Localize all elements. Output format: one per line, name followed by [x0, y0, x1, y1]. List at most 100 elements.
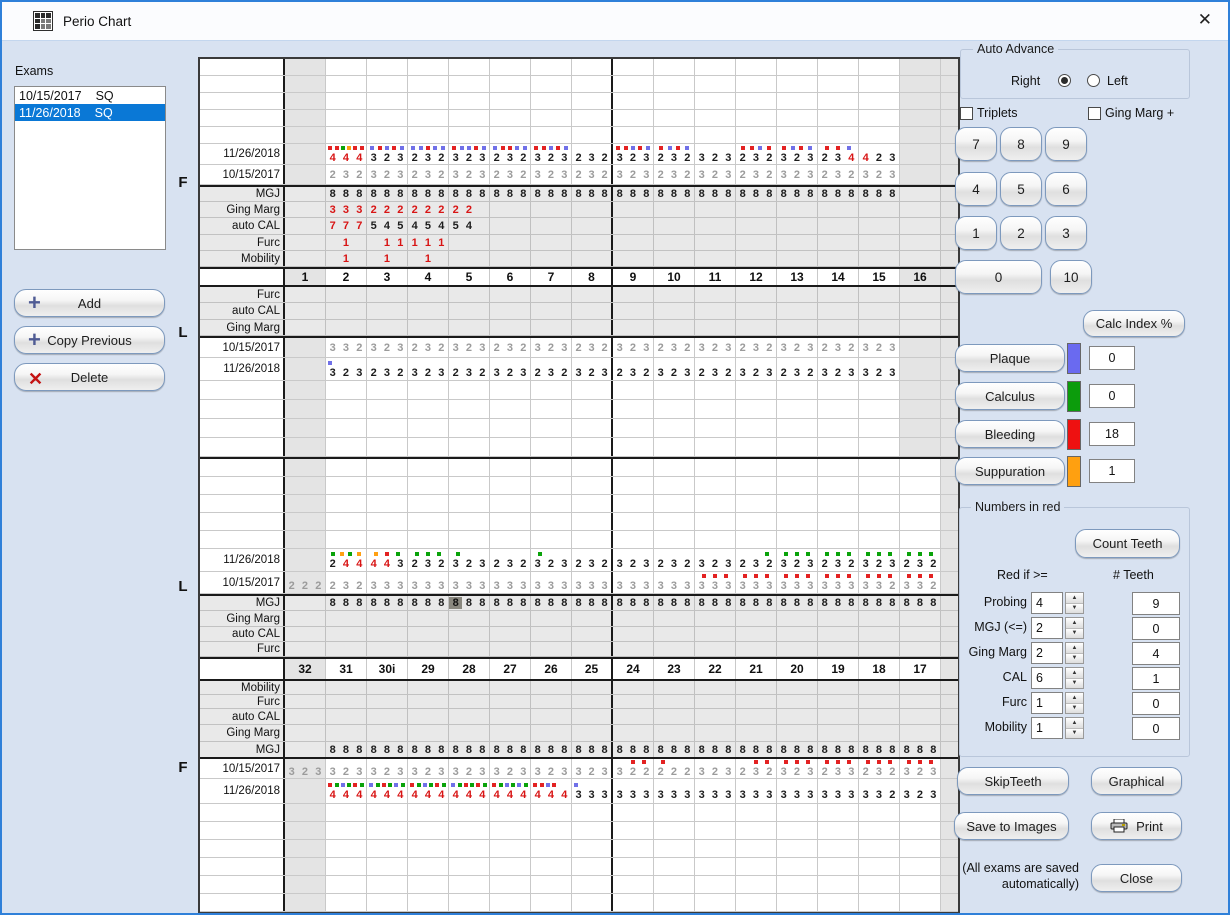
tooth-header-14[interactable]: 14 [818, 269, 859, 285]
perio-cell[interactable]: 333 [572, 572, 613, 593]
perio-cell[interactable] [326, 642, 367, 656]
count-teeth-button[interactable]: Count Teeth [1075, 529, 1180, 558]
perio-cell[interactable]: 444 [531, 779, 572, 803]
perio-cell[interactable] [859, 251, 900, 266]
perio-cell[interactable]: 888 [818, 596, 859, 610]
perio-cell[interactable]: 323 [490, 358, 531, 380]
perio-cell[interactable] [326, 303, 367, 319]
tooth-header-7[interactable]: 7 [531, 269, 572, 285]
perio-cell[interactable] [490, 709, 531, 724]
mgj--threshold-input[interactable]: 2 [1031, 617, 1063, 639]
spin-up-icon[interactable]: ▲ [1066, 618, 1083, 629]
perio-cell[interactable] [695, 642, 736, 656]
perio-cell[interactable] [326, 709, 367, 724]
perio-cell[interactable]: 888 [490, 187, 531, 201]
perio-cell[interactable]: 232 [408, 165, 449, 184]
perio-cell[interactable]: 323 [449, 144, 490, 164]
perio-cell[interactable] [818, 218, 859, 234]
perio-cell[interactable] [859, 642, 900, 656]
perio-cell[interactable]: 333 [695, 572, 736, 593]
perio-cell[interactable]: 232 [572, 549, 613, 571]
perio-cell[interactable] [736, 681, 777, 694]
perio-cell[interactable]: 232 [326, 165, 367, 184]
cal-threshold-input[interactable]: 6 [1031, 667, 1063, 689]
perio-cell[interactable] [859, 681, 900, 694]
perio-cell[interactable] [654, 287, 695, 302]
perio-cell[interactable]: 22 [449, 202, 490, 217]
perio-cell[interactable] [859, 725, 900, 741]
perio-cell[interactable] [531, 725, 572, 741]
perio-cell[interactable] [736, 725, 777, 741]
perio-cell[interactable] [900, 187, 941, 201]
perio-cell[interactable]: 323 [572, 358, 613, 380]
perio-cell[interactable] [736, 235, 777, 250]
perio-cell[interactable] [654, 725, 695, 741]
perio-cell[interactable] [695, 709, 736, 724]
keypad-1-button[interactable]: 1 [955, 216, 997, 250]
cal-spinner[interactable]: ▲▼ [1065, 667, 1084, 689]
perio-cell[interactable] [285, 549, 326, 571]
keypad-4-button[interactable]: 4 [955, 172, 997, 206]
furc-threshold-input[interactable]: 1 [1031, 692, 1063, 714]
perio-cell[interactable] [777, 611, 818, 626]
spin-down-icon[interactable]: ▼ [1066, 604, 1083, 614]
perio-cell[interactable] [818, 627, 859, 641]
perio-cell[interactable] [736, 695, 777, 708]
perio-cell[interactable] [777, 681, 818, 694]
perio-cell[interactable]: 888 [777, 742, 818, 757]
perio-cell[interactable]: 323 [367, 165, 408, 184]
perio-cell[interactable] [449, 611, 490, 626]
perio-cell[interactable]: 323 [900, 779, 941, 803]
perio-cell[interactable] [572, 202, 613, 217]
perio-cell[interactable]: 333 [326, 202, 367, 217]
delete-button[interactable]: ✕Delete [14, 363, 165, 391]
perio-cell[interactable] [859, 320, 900, 335]
perio-cell[interactable] [408, 695, 449, 708]
perio-cell[interactable] [572, 725, 613, 741]
perio-cell[interactable] [818, 202, 859, 217]
perio-cell[interactable] [777, 287, 818, 302]
spin-up-icon[interactable]: ▲ [1066, 693, 1083, 704]
perio-cell[interactable]: 333 [613, 572, 654, 593]
perio-cell[interactable] [777, 709, 818, 724]
perio-cell[interactable]: 423 [859, 144, 900, 164]
perio-cell[interactable]: 323 [531, 338, 572, 357]
perio-cell[interactable] [449, 251, 490, 266]
perio-cell[interactable]: 444 [449, 779, 490, 803]
perio-cell[interactable] [777, 320, 818, 335]
perio-cell[interactable] [736, 303, 777, 319]
perio-cell[interactable] [654, 235, 695, 250]
mobility-threshold-input[interactable]: 1 [1031, 717, 1063, 739]
perio-cell[interactable] [408, 642, 449, 656]
perio-cell[interactable]: 888 [531, 596, 572, 610]
tooth-header-29[interactable]: 29 [408, 659, 449, 679]
perio-cell[interactable]: 323 [449, 338, 490, 357]
perio-cell[interactable]: 333 [367, 572, 408, 593]
furc-spinner[interactable]: ▲▼ [1065, 692, 1084, 714]
perio-cell[interactable] [408, 320, 449, 335]
perio-cell[interactable] [531, 642, 572, 656]
perio-cell[interactable]: 333 [818, 572, 859, 593]
perio-cell[interactable]: 333 [654, 572, 695, 593]
perio-cell[interactable]: 232 [572, 144, 613, 164]
perio-cell[interactable]: 323 [818, 358, 859, 380]
perio-cell[interactable] [490, 202, 531, 217]
perio-cell[interactable] [695, 725, 736, 741]
perio-cell[interactable]: 888 [736, 596, 777, 610]
perio-cell[interactable]: 232 [654, 165, 695, 184]
perio-cell[interactable]: 888 [818, 742, 859, 757]
keypad-2-button[interactable]: 2 [1000, 216, 1042, 250]
exam-list-item[interactable]: 10/15/2017SQ [15, 87, 165, 104]
perio-cell[interactable]: 888 [367, 742, 408, 757]
tooth-header-4[interactable]: 4 [408, 269, 449, 285]
perio-cell[interactable]: 888 [326, 187, 367, 201]
perio-cell[interactable]: 323 [285, 759, 326, 778]
perio-cell[interactable] [490, 287, 531, 302]
perio-cell[interactable] [859, 303, 900, 319]
perio-cell[interactable] [900, 287, 941, 302]
perio-cell[interactable] [613, 218, 654, 234]
perio-cell[interactable] [531, 695, 572, 708]
perio-cell[interactable]: 323 [695, 549, 736, 571]
perio-cell[interactable]: 222 [285, 572, 326, 593]
perio-cell[interactable] [900, 725, 941, 741]
